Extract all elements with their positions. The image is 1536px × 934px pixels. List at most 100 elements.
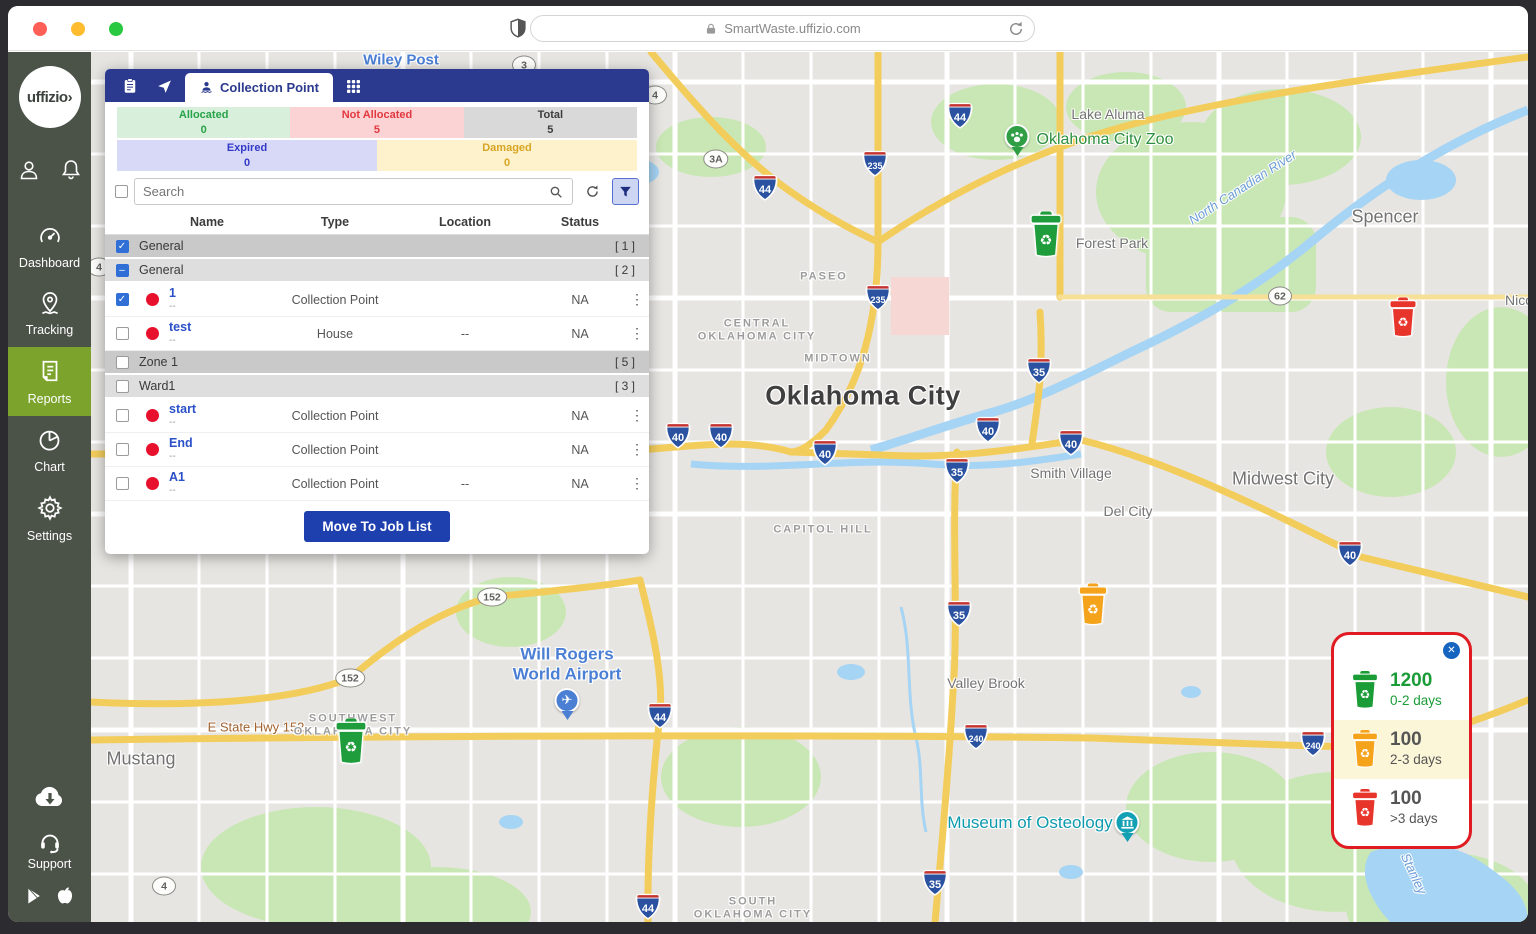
table-row[interactable]: End--Collection Point NA⋮ [105, 433, 649, 467]
group-row[interactable]: ✓General[ 1 ] [105, 235, 649, 259]
stat-expired: Expired0 [117, 140, 377, 171]
minimize-window-button[interactable] [71, 22, 85, 36]
zoo-pin[interactable] [1005, 124, 1030, 156]
map-label: Del City [1103, 503, 1152, 519]
cloud-download-icon[interactable] [33, 783, 67, 814]
sidebar-item-label: Settings [27, 529, 72, 543]
google-play-icon[interactable] [25, 886, 45, 911]
row-checkbox[interactable]: ✓ [116, 293, 129, 306]
row-menu-icon[interactable]: ⋮ [625, 291, 649, 308]
browser-window: SmartWaste.uffizio.com uffizio› Dashboar… [8, 6, 1528, 922]
group-row[interactable]: Ward1[ 3 ] [105, 375, 649, 399]
sidebar-item-settings[interactable]: Settings [8, 484, 91, 553]
trash-bin-marker[interactable] [1028, 212, 1064, 263]
row-menu-icon[interactable]: ⋮ [625, 407, 649, 424]
point-type: Collection Point [275, 443, 395, 457]
point-status: NA [535, 477, 625, 491]
interstate-shield: 44 [945, 100, 975, 130]
reload-icon[interactable] [1007, 20, 1025, 41]
column-type[interactable]: Type [275, 215, 395, 229]
row-checkbox[interactable]: ✓ [116, 240, 129, 253]
table-header: Name Type Location Status [105, 211, 649, 235]
tab-collection-point[interactable]: Collection Point [185, 73, 333, 102]
point-name-link[interactable]: End-- [165, 437, 275, 462]
trash-bin-marker[interactable] [333, 719, 369, 770]
notifications-bell-icon[interactable] [59, 158, 83, 187]
column-location[interactable]: Location [395, 215, 535, 229]
table-row[interactable]: ✓1--Collection PointNA⋮ [105, 283, 649, 317]
column-name[interactable]: Name [139, 215, 275, 229]
group-row[interactable]: Zone 1[ 5 ] [105, 351, 649, 375]
row-menu-icon[interactable]: ⋮ [625, 325, 649, 342]
point-name-link[interactable]: A1-- [165, 471, 275, 496]
user-icon[interactable] [17, 158, 41, 187]
panel-header: Collection Point [105, 69, 649, 102]
row-checkbox[interactable] [116, 477, 129, 490]
point-name-link[interactable]: start-- [165, 403, 275, 428]
point-type: Collection Point [275, 293, 395, 307]
interstate-shield: 235 [860, 148, 890, 178]
refresh-icon[interactable] [579, 178, 606, 205]
point-status-dot [146, 327, 159, 340]
row-checkbox[interactable] [116, 409, 129, 422]
interstate-shield: 240 [1298, 728, 1328, 758]
map-label: MIDTOWN [804, 353, 872, 366]
sidebar-item-reports[interactable]: Reports [8, 347, 91, 416]
table-row[interactable]: test--House--NA⋮ [105, 317, 649, 351]
row-menu-icon[interactable]: ⋮ [625, 441, 649, 458]
sidebar-item-chart[interactable]: Chart [8, 416, 91, 484]
point-status-dot [146, 477, 159, 490]
close-icon[interactable]: ✕ [1443, 642, 1460, 659]
row-checkbox[interactable]: – [116, 264, 129, 277]
legend-item-0-2-days[interactable]: 12000-2 days [1334, 661, 1469, 720]
legend-item--3-days[interactable]: 100>3 days [1334, 779, 1469, 838]
point-status-dot [146, 409, 159, 422]
interstate-shield: 35 [942, 455, 972, 485]
row-checkbox[interactable] [116, 356, 129, 369]
point-name-link[interactable]: test-- [165, 321, 275, 346]
table-row[interactable]: A1--Collection Point--NA⋮ [105, 467, 649, 501]
maximize-window-button[interactable] [109, 22, 123, 36]
filter-button[interactable] [612, 178, 639, 205]
group-row[interactable]: –General[ 2 ] [105, 259, 649, 283]
address-bar[interactable]: SmartWaste.uffizio.com [530, 15, 1035, 42]
search-box[interactable] [134, 178, 573, 205]
grid-view-icon[interactable] [341, 73, 367, 99]
table-row[interactable]: start--Collection PointNA⋮ [105, 399, 649, 433]
search-icon[interactable] [548, 184, 564, 200]
point-name-link[interactable]: 1-- [165, 287, 275, 312]
sidebar-item-dashboard[interactable]: Dashboard [8, 213, 91, 280]
group-name: General [139, 263, 589, 277]
museum-pin[interactable] [1115, 810, 1140, 842]
clipboard-icon[interactable] [117, 73, 143, 99]
airport-pin[interactable]: ✈ [555, 688, 580, 720]
close-window-button[interactable] [33, 22, 47, 36]
privacy-shield-icon[interactable] [507, 17, 529, 44]
point-type: Collection Point [275, 477, 395, 491]
trash-bin-icon [1350, 730, 1380, 768]
nearby-navigation-icon[interactable] [151, 73, 177, 99]
column-status[interactable]: Status [535, 215, 625, 229]
select-all-checkbox[interactable] [115, 185, 128, 198]
apple-icon[interactable] [55, 885, 75, 912]
row-checkbox[interactable] [116, 380, 129, 393]
chart-icon [36, 426, 63, 456]
sidebar-item-tracking[interactable]: Tracking [8, 280, 91, 347]
point-status: NA [535, 443, 625, 457]
trash-bin-marker[interactable] [1388, 298, 1419, 343]
point-location: -- [395, 477, 535, 491]
point-status-dot [146, 443, 159, 456]
map-label: CENTRAL OKLAHOMA CITY [698, 317, 816, 342]
route-shield: 3A [703, 150, 728, 169]
interstate-shield: 35 [1024, 355, 1054, 385]
row-checkbox[interactable] [116, 443, 129, 456]
sidebar-item-support[interactable]: Support [28, 828, 72, 871]
map-canvas[interactable]: Wiley PostLake AlumaOklahoma City ZooNor… [91, 52, 1528, 922]
search-input[interactable] [143, 184, 548, 199]
row-checkbox[interactable] [116, 327, 129, 340]
point-type: House [275, 327, 395, 341]
move-to-job-list-button[interactable]: Move To Job List [304, 511, 449, 542]
trash-bin-marker[interactable] [1077, 584, 1110, 631]
row-menu-icon[interactable]: ⋮ [625, 475, 649, 492]
legend-item-2-3-days[interactable]: 1002-3 days [1334, 720, 1469, 779]
